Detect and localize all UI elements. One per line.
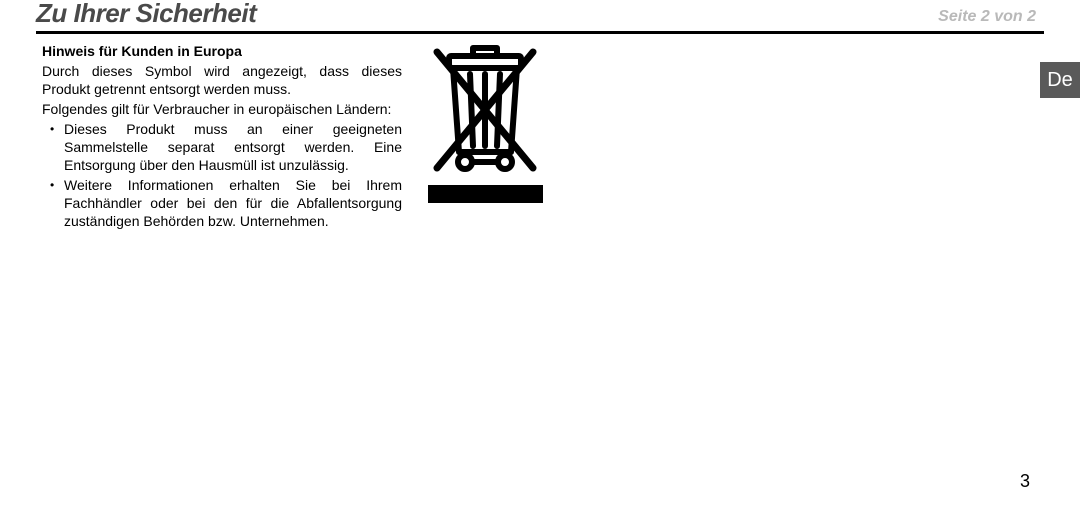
page-number: 3 bbox=[1020, 471, 1030, 492]
list-item: Dieses Produkt muss an einer geeigneten … bbox=[54, 120, 402, 174]
title-rule bbox=[36, 31, 1044, 34]
weee-bar-icon bbox=[428, 185, 543, 203]
paragraph: Durch dieses Symbol wird angezeigt, dass… bbox=[42, 62, 402, 98]
list-item: Weitere Informationen erhalten Sie bei I… bbox=[54, 176, 402, 230]
text-column: Hinweis für Kunden in Europa Durch diese… bbox=[42, 42, 402, 232]
page-indicator: Seite 2 von 2 bbox=[938, 8, 1044, 26]
page-title: Zu Ihrer Sicherheit bbox=[36, 0, 256, 29]
paragraph: Folgendes gilt für Verbraucher in europä… bbox=[42, 100, 402, 118]
title-bar: Zu Ihrer Sicherheit Seite 2 von 2 bbox=[0, 0, 1080, 34]
bullet-list: Dieses Produkt muss an einer geeigneten … bbox=[42, 120, 402, 230]
icon-column bbox=[420, 42, 550, 203]
language-tab: De bbox=[1040, 62, 1080, 98]
content-area: Hinweis für Kunden in Europa Durch diese… bbox=[0, 34, 1080, 232]
section-heading: Hinweis für Kunden in Europa bbox=[42, 42, 402, 60]
weee-crossed-bin-icon bbox=[425, 44, 545, 179]
